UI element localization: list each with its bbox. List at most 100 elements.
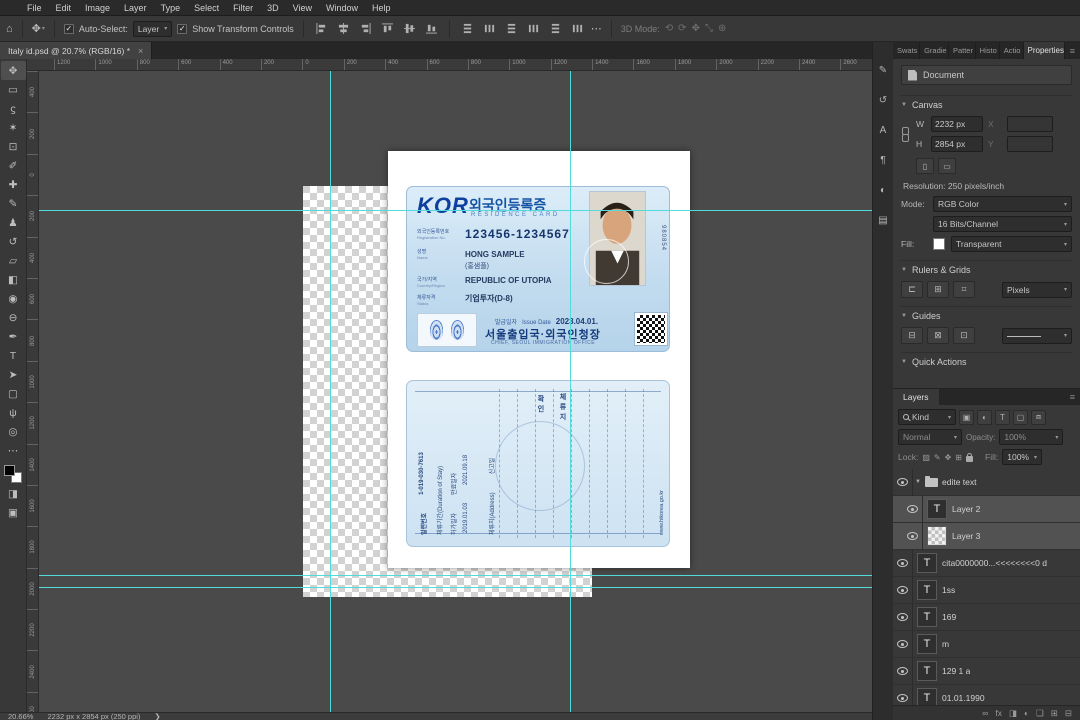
toggle-snap-button[interactable]: ⌗ <box>953 281 975 298</box>
filter-kind-dropdown[interactable]: Kind ▾ <box>898 409 956 425</box>
menu-item[interactable]: Type <box>154 0 188 16</box>
layer-row[interactable]: T 1ss <box>893 576 1080 604</box>
x-input[interactable] <box>1007 116 1053 132</box>
toggle-grid-button[interactable]: ⊞ <box>927 281 949 298</box>
new-layer-icon[interactable]: ⊞ <box>1051 708 1058 719</box>
distribute-right-button[interactable] <box>569 20 586 38</box>
link-layers-icon[interactable]: ∞ <box>982 708 988 718</box>
crop-tool[interactable]: ⊡ <box>1 137 26 156</box>
home-icon[interactable]: ⌂ <box>6 23 13 35</box>
menu-item[interactable]: Image <box>78 0 117 16</box>
filter-type-layers-icon[interactable]: T <box>995 409 1010 425</box>
panel-tab[interactable]: Actio <box>1000 42 1024 59</box>
path-selection-tool[interactable]: ➤ <box>1 365 26 384</box>
toggle-rulers-button[interactable]: ⊏ <box>901 281 923 298</box>
layer-row-group[interactable]: ▼ edite text <box>893 469 1080 496</box>
visibility-toggle[interactable] <box>893 603 913 631</box>
tab-layers[interactable]: Layers <box>893 389 939 405</box>
bit-depth-dropdown[interactable]: 16 Bits/Channel ▾ <box>933 216 1072 232</box>
menu-item[interactable]: Layer <box>117 0 154 16</box>
units-dropdown[interactable]: Pixels ▾ <box>1002 281 1072 298</box>
opacity-dropdown[interactable]: 100% ▾ <box>999 429 1064 445</box>
adjustment-layer-icon[interactable]: ◐ <box>1024 708 1029 718</box>
marquee-tool[interactable]: ▭ <box>1 80 26 99</box>
width-input[interactable] <box>931 116 983 132</box>
blend-mode-dropdown[interactable]: Normal ▾ <box>898 429 962 445</box>
libraries-panel-icon[interactable]: ▤ <box>875 212 892 229</box>
layers-panel-menu-icon[interactable]: ≡ <box>1065 389 1080 405</box>
close-tab-icon[interactable]: × <box>138 46 143 56</box>
quick-selection-tool[interactable]: ✶ <box>1 118 26 137</box>
filter-smart-objects-icon[interactable]: ⧈ <box>1031 409 1046 425</box>
layers-fill-dropdown[interactable]: 100% ▾ <box>1002 449 1042 465</box>
y-input[interactable] <box>1007 136 1053 152</box>
canvas-area[interactable]: KOR 외국인등록증 RESIDENCE CARD 980854 외국인등록번호… <box>39 71 872 712</box>
filter-adjustment-layers-icon[interactable]: ◐ <box>977 409 992 425</box>
pen-tool[interactable]: ✒ <box>1 327 26 346</box>
lock-all-icon[interactable] <box>966 452 973 462</box>
zoom-tool[interactable]: ◎ <box>1 422 26 441</box>
guide-horizontal[interactable] <box>39 575 872 576</box>
lock-pixels-icon[interactable]: ✎ <box>934 453 941 462</box>
new-group-icon[interactable]: ❑ <box>1036 708 1044 719</box>
auto-select-checkbox[interactable] <box>63 23 74 34</box>
shape-tool[interactable]: ▢ <box>1 384 26 403</box>
menu-item[interactable]: View <box>286 0 319 16</box>
panel-tab[interactable]: Gradie <box>920 42 949 59</box>
type-tool[interactable]: T <box>1 346 26 365</box>
document-tab[interactable]: Italy id.psd @ 20.7% (RGB/16) * × <box>0 42 153 59</box>
edit-toolbar-icon[interactable]: ⋯ <box>1 441 26 460</box>
delete-layer-icon[interactable]: ⊟ <box>1065 708 1072 719</box>
menu-item[interactable]: Select <box>187 0 226 16</box>
layer-mask-icon[interactable]: ◨ <box>1009 708 1017 719</box>
guides-section-header[interactable]: ▼ Guides <box>901 306 1072 325</box>
distribute-center-button[interactable] <box>547 20 564 38</box>
foreground-color-swatch[interactable] <box>4 465 15 476</box>
hand-tool[interactable]: ψ <box>1 403 26 422</box>
panel-tab[interactable]: Patter <box>949 42 976 59</box>
layer-row[interactable]: T Layer 2 <box>893 495 1080 523</box>
healing-brush-tool[interactable]: ✚ <box>1 175 26 194</box>
fill-swatch[interactable] <box>933 238 945 250</box>
visibility-toggle[interactable] <box>893 469 913 496</box>
visibility-toggle[interactable] <box>903 495 923 523</box>
auto-select-target-dropdown[interactable]: Layer ▾ <box>132 20 173 37</box>
menu-item[interactable]: 3D <box>260 0 286 16</box>
align-bottom-button[interactable] <box>423 20 440 38</box>
rulers-grids-section-header[interactable]: ▼ Rulers & Grids <box>901 260 1072 279</box>
layer-row[interactable]: Layer 3 <box>893 522 1080 550</box>
link-dimensions-icon[interactable] <box>901 126 909 142</box>
clone-stamp-tool[interactable]: ♟ <box>1 213 26 232</box>
filter-pixel-layers-icon[interactable]: ▣ <box>959 409 974 425</box>
show-transform-checkbox[interactable] <box>177 23 188 34</box>
portrait-orientation-button[interactable]: ▯ <box>916 158 934 174</box>
guide-horizontal[interactable] <box>39 210 872 211</box>
layer-row[interactable]: T m <box>893 630 1080 658</box>
landscape-orientation-button[interactable]: ▭ <box>938 158 956 174</box>
quick-actions-section-header[interactable]: ▼ Quick Actions <box>901 352 1072 371</box>
history-brush-tool[interactable]: ↺ <box>1 232 26 251</box>
toggle-guides-button[interactable]: ⊟ <box>901 327 923 344</box>
brush-tool[interactable]: ✎ <box>1 194 26 213</box>
character-panel-icon[interactable]: A <box>875 122 892 139</box>
visibility-toggle[interactable] <box>903 522 923 550</box>
visibility-toggle[interactable] <box>893 549 913 577</box>
adjustments-panel-icon[interactable]: ◐ <box>875 182 892 199</box>
screen-mode-tool[interactable]: ▣ <box>1 503 26 522</box>
align-right-button[interactable] <box>357 20 374 38</box>
layer-row[interactable]: T cita0000000...<<<<<<<<0 d <box>893 549 1080 577</box>
quick-mask-tool[interactable]: ◨ <box>1 484 26 503</box>
history-panel-icon[interactable]: ↺ <box>875 92 892 109</box>
align-center-h-button[interactable] <box>335 20 352 38</box>
panel-tab[interactable]: Swats <box>893 42 921 59</box>
align-left-button[interactable] <box>313 20 330 38</box>
visibility-toggle[interactable] <box>893 630 913 658</box>
menu-item[interactable]: File <box>20 0 49 16</box>
lasso-tool[interactable]: ϛ <box>1 99 26 118</box>
move-tool[interactable]: ✥ <box>0 61 26 80</box>
guide-style-dropdown[interactable]: ▾ <box>1002 327 1072 344</box>
lock-transparency-icon[interactable]: ▨ <box>922 453 930 462</box>
distribute-bottom-button[interactable] <box>503 20 520 38</box>
panel-menu-icon[interactable]: ≡ <box>1065 42 1080 59</box>
height-input[interactable] <box>931 136 983 152</box>
